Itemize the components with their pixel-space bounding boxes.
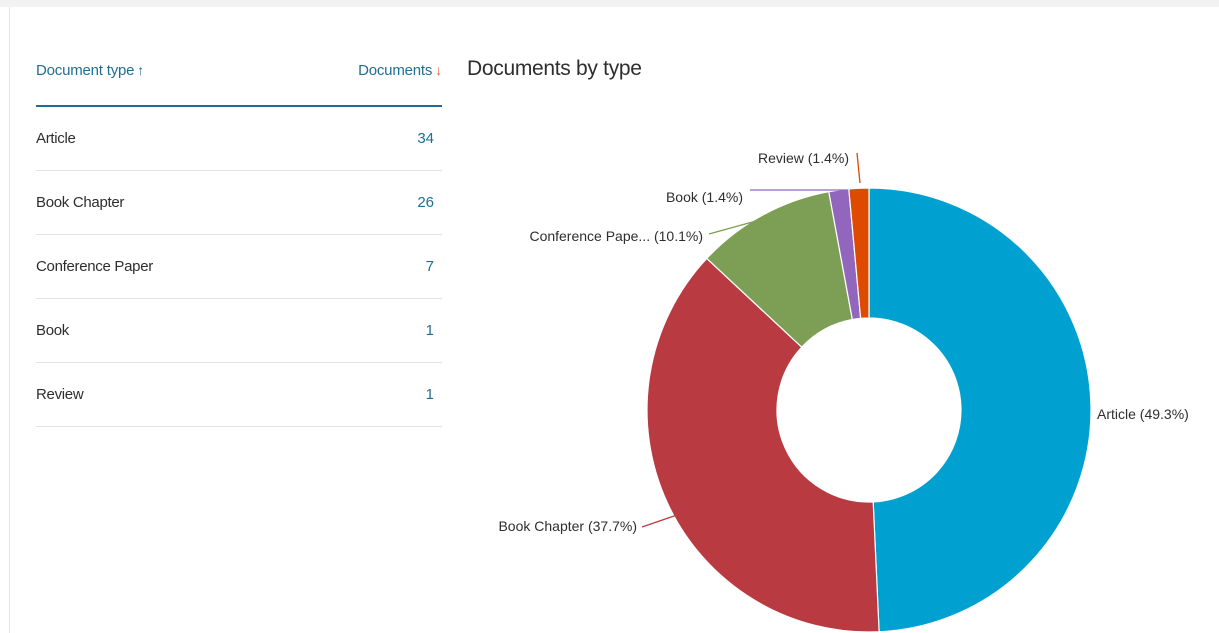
- slice-label: Review (1.4%): [758, 150, 849, 166]
- donut-slice[interactable]: [868, 187, 1092, 633]
- donut-chart: Article (49.3%) Book Chapter (37.7%) Confe…: [498, 150, 1189, 633]
- slice-label: Book (1.4%): [666, 189, 743, 205]
- slice-label: Conference Pape... (10.1%): [529, 228, 703, 244]
- slice-label: Book Chapter (37.7%): [498, 518, 637, 534]
- slice-leader-line: [641, 514, 678, 528]
- slice-leader-line: [856, 152, 861, 184]
- slice-label: Article (49.3%): [1097, 406, 1189, 422]
